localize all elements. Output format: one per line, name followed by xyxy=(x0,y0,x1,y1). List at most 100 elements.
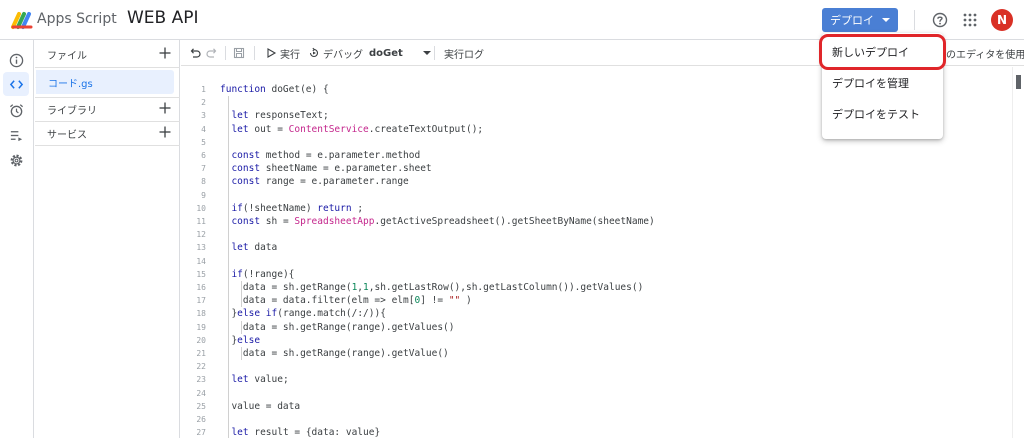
rail-item-triggers[interactable] xyxy=(3,98,29,122)
code-line[interactable]: 12 xyxy=(181,228,1001,241)
file-name: コード.gs xyxy=(48,78,93,90)
line-number: 24 xyxy=(196,388,206,398)
executions-icon xyxy=(10,130,22,141)
redo-icon xyxy=(206,48,217,58)
code-line[interactable]: 27 let result = {data: value} xyxy=(181,426,1001,438)
code-text: let value; xyxy=(231,374,289,386)
menu-item-label: 新しいデプロイ xyxy=(832,46,909,59)
code-text: let responseText; xyxy=(231,110,329,122)
apps-grid-icon[interactable] xyxy=(963,13,977,27)
code-text: }else if(range.match(/:/)){ xyxy=(231,308,386,320)
menu-item-label: デプロイをテスト xyxy=(832,108,920,121)
code-text: if(!range){ xyxy=(231,268,295,280)
menu-item-test-deployments[interactable]: デプロイをテスト xyxy=(822,99,943,129)
deploy-button-label: デプロイ xyxy=(830,14,874,27)
help-icon[interactable] xyxy=(932,12,948,28)
line-number: 5 xyxy=(201,137,206,147)
code-text: value = data xyxy=(220,400,301,412)
avatar[interactable]: N xyxy=(991,9,1013,31)
code-line[interactable]: 20 }else xyxy=(181,334,1001,347)
rail-item-overview[interactable] xyxy=(3,48,29,72)
menu-item-manage-deployments[interactable]: デプロイを管理 xyxy=(822,68,943,98)
menu-item-new-deployment[interactable]: 新しいデプロイ xyxy=(822,37,943,67)
function-select-value: doGet xyxy=(369,47,403,59)
run-label: 実行 xyxy=(280,49,300,61)
info-icon xyxy=(9,53,23,67)
line-number: 14 xyxy=(196,256,206,266)
line-number: 9 xyxy=(201,190,206,200)
line-number: 21 xyxy=(196,349,206,358)
libraries-section-header: ライブラリ xyxy=(35,97,180,121)
line-number: 8 xyxy=(201,177,206,187)
deploy-button[interactable]: デプロイ xyxy=(822,8,898,32)
line-number: 17 xyxy=(196,296,206,306)
code-line[interactable]: 21 data = sh.getRange(range).getValue() xyxy=(181,347,1001,360)
editor-notice-text[interactable]: のエディタを使用 xyxy=(946,40,1024,66)
code-line[interactable]: 13 let data xyxy=(181,241,1001,254)
rail-item-settings[interactable] xyxy=(3,148,29,172)
add-service-icon[interactable] xyxy=(158,125,172,139)
debug-label: デバッグ xyxy=(323,49,363,61)
chevron-down-icon xyxy=(882,18,890,22)
files-divider xyxy=(35,145,180,146)
line-number: 3 xyxy=(201,111,206,121)
toolbar-divider xyxy=(434,46,435,60)
code-line[interactable]: 17 data = data.filter(elm => elm[0] != "… xyxy=(181,294,1001,307)
services-section-header: サービス xyxy=(35,121,180,145)
add-library-icon[interactable] xyxy=(158,101,172,115)
code-line[interactable]: 15 if(!range){ xyxy=(181,268,1001,281)
code-text: data = sh.getRange(1,1,sh.getLastRow(),s… xyxy=(220,282,644,293)
code-line[interactable]: 14 xyxy=(181,255,1001,268)
chevron-down-icon xyxy=(423,51,431,55)
function-select[interactable]: doGet xyxy=(369,40,431,66)
left-rail xyxy=(0,40,34,438)
run-button[interactable]: 実行 xyxy=(265,40,300,66)
line-number: 18 xyxy=(196,309,206,319)
code-line[interactable]: 16 data = sh.getRange(1,1,sh.getLastRow(… xyxy=(181,281,1001,294)
editor-scrollbar[interactable] xyxy=(1012,67,1024,438)
line-number: 13 xyxy=(196,243,206,253)
menu-item-label: デプロイを管理 xyxy=(832,77,909,90)
line-number: 15 xyxy=(196,269,206,279)
code-line[interactable]: 26 xyxy=(181,413,1001,426)
code-line[interactable]: 25 value = data xyxy=(181,400,1001,413)
services-header-label: サービス xyxy=(47,129,87,141)
redo-button[interactable] xyxy=(206,40,218,66)
indent-guide xyxy=(241,347,242,361)
code-line[interactable]: 9 xyxy=(181,189,1001,202)
rail-item-executions[interactable] xyxy=(3,123,29,147)
code-line[interactable]: 7 const sheetName = e.parameter.sheet xyxy=(181,162,1001,175)
line-number: 23 xyxy=(196,375,206,385)
code-line[interactable]: 23 let value; xyxy=(181,373,1001,386)
code-text: const sh = SpreadsheetApp.getActiveSprea… xyxy=(231,216,655,227)
project-title[interactable]: WEB API xyxy=(127,8,199,28)
code-icon xyxy=(9,79,23,89)
code-text: data = sh.getRange(range).getValues() xyxy=(220,321,455,333)
rail-item-editor[interactable] xyxy=(3,72,29,96)
line-number: 25 xyxy=(196,401,206,411)
add-file-icon[interactable] xyxy=(158,46,172,60)
code-line[interactable]: 11 const sh = SpreadsheetApp.getActiveSp… xyxy=(181,215,1001,228)
file-item-code-gs[interactable]: コード.gs xyxy=(36,70,174,94)
execution-log-label: 実行ログ xyxy=(444,49,484,61)
line-number: 22 xyxy=(196,362,206,372)
code-line[interactable]: 22 xyxy=(181,360,1001,373)
code-line[interactable]: 8 const range = e.parameter.range xyxy=(181,175,1001,188)
save-button[interactable] xyxy=(233,40,245,66)
scrollbar-thumb[interactable] xyxy=(1016,75,1021,89)
apps-script-logo-icon[interactable] xyxy=(10,10,34,30)
libraries-header-label: ライブラリ xyxy=(47,105,97,117)
execution-log-button[interactable]: 実行ログ xyxy=(444,40,484,66)
code-line[interactable]: 19 data = sh.getRange(range).getValues() xyxy=(181,321,1001,334)
code-line[interactable]: 6 const method = e.parameter.method xyxy=(181,149,1001,162)
debug-button[interactable]: デバッグ xyxy=(308,40,363,66)
files-panel: ファイル コード.gs ライブラリ サービス xyxy=(35,40,180,438)
line-number: 7 xyxy=(201,164,206,174)
code-line[interactable]: 18 }else if(range.match(/:/)){ xyxy=(181,307,1001,320)
line-number: 6 xyxy=(201,151,206,160)
code-text: let result = {data: value} xyxy=(231,427,381,438)
code-line[interactable]: 10 if(!sheetName) return ; xyxy=(181,202,1001,215)
code-line[interactable]: 24 xyxy=(181,387,1001,400)
code-text: const method = e.parameter.method xyxy=(231,150,421,161)
undo-button[interactable] xyxy=(189,40,201,66)
